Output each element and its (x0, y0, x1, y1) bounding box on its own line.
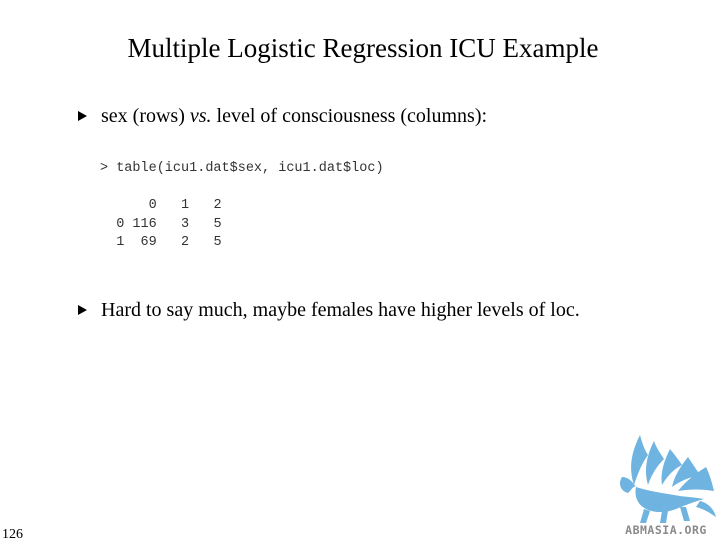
table-row: 1 69 2 5 (100, 235, 222, 250)
code-block: > table(icu1.dat$sex, icu1.dat$loc) 0 1 … (100, 160, 384, 253)
slide-title: Multiple Logistic Regression ICU Example (127, 33, 599, 63)
table-row-label: 0 (116, 216, 125, 232)
bullet-text: Hard to say much, maybe females have hig… (101, 299, 580, 321)
table-cell: 116 (132, 216, 157, 232)
table-cell: 5 (213, 235, 222, 250)
bullet-item-sex-vs-loc: sex (rows) vs. level of consciousness (c… (78, 102, 658, 130)
code-command: > table(icu1.dat$sex, icu1.dat$loc) (100, 161, 384, 176)
table-cell: 69 (140, 235, 157, 250)
table-col-header: 2 (213, 198, 222, 213)
bullet-text-after: level of consciousness (columns): (211, 105, 488, 127)
table-cell: 3 (181, 216, 190, 232)
bullet-item-conclusion: Hard to say much, maybe females have hig… (78, 296, 658, 324)
table-cell: 2 (181, 235, 190, 250)
bullet-text-emphasis: vs. (189, 105, 212, 127)
table-col-header: 0 (148, 198, 157, 213)
table-row-label: 1 (116, 235, 125, 250)
table-cell: 5 (213, 216, 222, 232)
bullet-text: sex (rows) vs. level of consciousness (c… (101, 102, 658, 130)
logo-text: ABMASIA.ORG (625, 523, 707, 537)
table-row: 0 116 3 5 (100, 216, 222, 232)
table-header-row: 0 1 2 (100, 198, 222, 213)
table-col-header: 1 (181, 198, 190, 213)
page-number: 126 (2, 527, 23, 542)
bullet-text-before: sex (rows) (101, 105, 190, 127)
bullet-triangle-icon (78, 111, 87, 121)
bullet-triangle-icon (78, 305, 87, 315)
